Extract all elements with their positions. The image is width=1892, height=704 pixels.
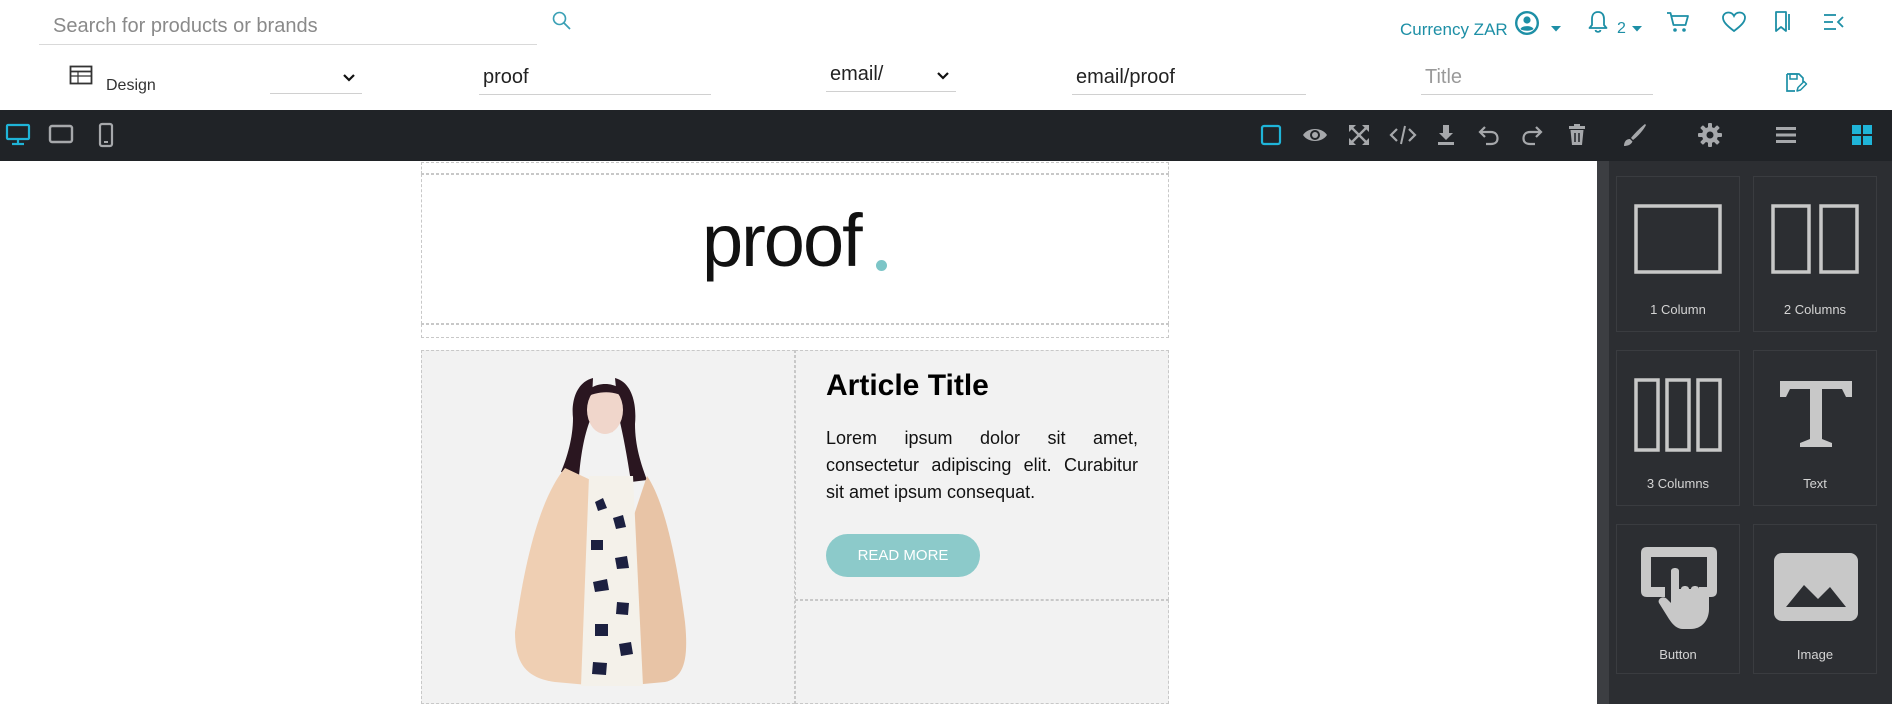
notification-count: 2	[1617, 20, 1626, 37]
empty-cell[interactable]	[795, 600, 1169, 704]
name-field[interactable]: proof	[479, 64, 711, 95]
three-columns-icon	[1634, 378, 1722, 452]
article-title[interactable]: Article Title	[826, 369, 989, 403]
settings-gear-icon[interactable]	[1697, 122, 1723, 148]
two-columns-icon	[1771, 204, 1859, 274]
bell-icon[interactable]	[1586, 9, 1610, 35]
search-icon[interactable]	[551, 10, 573, 32]
block-label: Image	[1796, 647, 1834, 662]
notification-caret-icon[interactable]	[1631, 25, 1643, 33]
wrapper-row-outline	[421, 162, 1169, 174]
block-three-columns[interactable]: 3 Columns	[1616, 350, 1740, 506]
chevron-down-icon	[936, 71, 950, 81]
logo-dot	[876, 260, 887, 271]
fullscreen-icon[interactable]	[1346, 122, 1372, 148]
path-field[interactable]: email/proof	[1072, 64, 1306, 95]
account-caret-icon[interactable]	[1550, 25, 1562, 33]
read-more-button[interactable]: READ MORE	[826, 534, 980, 577]
redo-icon[interactable]	[1520, 122, 1544, 148]
title-field-placeholder: Title	[1425, 66, 1463, 88]
block-one-column[interactable]: 1 Column	[1616, 176, 1740, 332]
block-button[interactable]: Button	[1616, 524, 1740, 674]
editor-toolbar	[0, 110, 1892, 161]
menu-collapse-icon[interactable]	[1822, 11, 1846, 33]
currency-selector[interactable]: Currency ZAR	[1400, 20, 1508, 40]
bookmark-icon[interactable]	[1772, 10, 1794, 34]
design-label: Design	[106, 77, 156, 94]
name-field-value: proof	[483, 66, 529, 88]
proof-logo: proof	[702, 199, 863, 282]
block-two-columns[interactable]: 2 Columns	[1753, 176, 1877, 332]
cart-icon[interactable]	[1665, 9, 1691, 35]
title-field[interactable]: Title	[1421, 64, 1653, 95]
panel-scrollbar[interactable]	[1597, 161, 1609, 704]
search-box	[39, 6, 537, 45]
block-label: Button	[1659, 647, 1697, 662]
block-label: 2 Columns	[1783, 302, 1847, 317]
path-field-value: email/proof	[1076, 66, 1175, 88]
button-icon	[1641, 547, 1717, 629]
component-outline-icon[interactable]	[1258, 122, 1284, 148]
type-select[interactable]	[270, 65, 362, 94]
style-brush-icon[interactable]	[1620, 122, 1648, 150]
one-column-icon	[1634, 204, 1722, 274]
account-icon[interactable]	[1513, 9, 1541, 37]
search-input[interactable]	[51, 10, 525, 42]
image-icon	[1774, 553, 1858, 621]
chevron-down-icon	[342, 73, 356, 83]
code-icon[interactable]	[1388, 122, 1418, 148]
text-icon	[1780, 381, 1852, 447]
block-image[interactable]: Image	[1753, 524, 1877, 674]
spacer-row	[421, 324, 1169, 338]
heart-icon[interactable]	[1721, 10, 1747, 34]
path-prefix-value: email/	[830, 63, 884, 85]
block-label: Text	[1803, 476, 1827, 491]
article-image[interactable]	[495, 372, 725, 688]
design-layout-icon[interactable]	[69, 65, 93, 85]
path-prefix-select[interactable]: email/	[826, 63, 956, 92]
undo-icon[interactable]	[1477, 122, 1501, 148]
mobile-device-icon[interactable]	[94, 122, 118, 148]
blocks-grid-icon[interactable]	[1849, 122, 1875, 148]
article-body[interactable]: Lorem ipsum dolor sit amet, consectetur …	[826, 425, 1138, 506]
trash-icon[interactable]	[1565, 122, 1589, 148]
save-edit-icon[interactable]	[1784, 71, 1808, 95]
desktop-device-icon[interactable]	[4, 122, 32, 148]
block-text[interactable]: Text	[1753, 350, 1877, 506]
preview-eye-icon[interactable]	[1301, 122, 1329, 148]
layers-menu-icon[interactable]	[1773, 122, 1799, 148]
tablet-device-icon[interactable]	[47, 122, 75, 148]
top-bar: Currency ZAR 2 Design proof email/ ema	[0, 0, 1892, 110]
block-label: 1 Column	[1650, 302, 1706, 317]
download-icon[interactable]	[1434, 122, 1458, 148]
block-label: 3 Columns	[1646, 476, 1710, 491]
